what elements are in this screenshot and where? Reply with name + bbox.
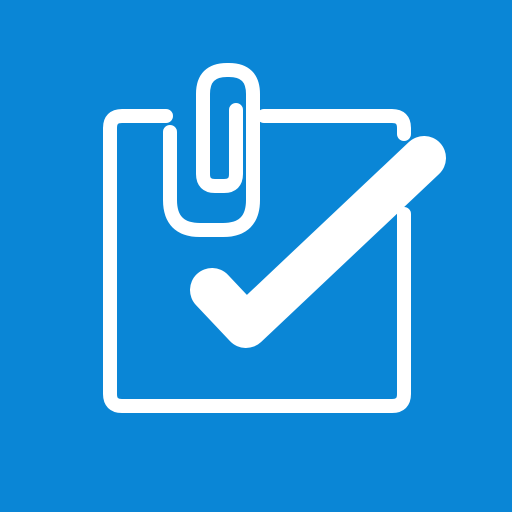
app-icon-tile <box>0 0 512 512</box>
clipboard-check-paperclip-icon <box>0 0 512 512</box>
